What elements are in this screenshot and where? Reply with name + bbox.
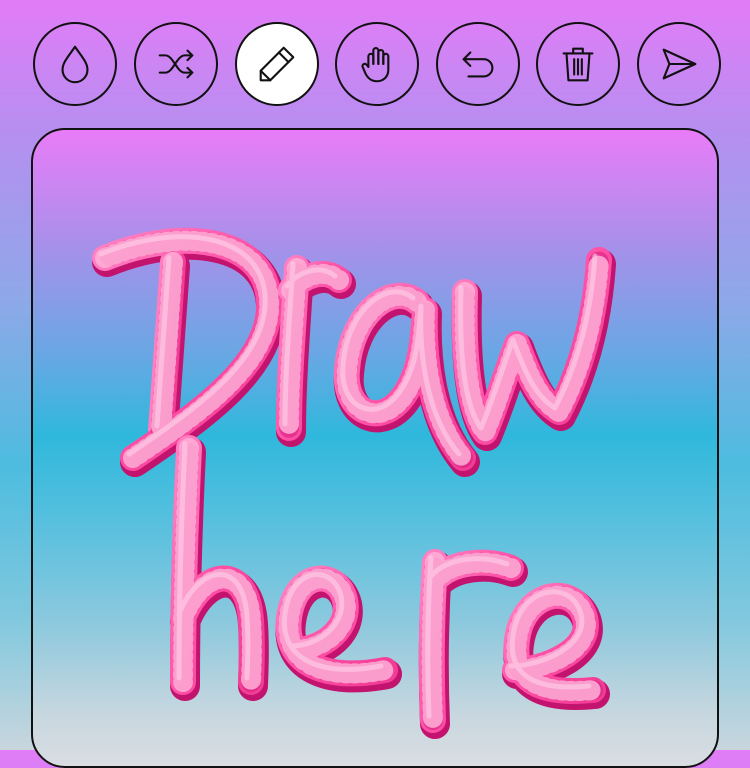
pencil-icon <box>259 46 295 82</box>
hand-button[interactable] <box>335 22 419 106</box>
trash-icon <box>562 47 594 82</box>
color-button[interactable] <box>33 22 117 106</box>
trash-button[interactable] <box>536 22 620 106</box>
undo-button[interactable] <box>436 22 520 106</box>
pencil-button[interactable] <box>235 22 319 106</box>
send-button[interactable] <box>637 22 721 106</box>
drawn-text-draw-here <box>33 130 719 768</box>
undo-icon <box>462 51 494 78</box>
toolbar <box>33 22 723 108</box>
droplet-icon <box>61 45 89 84</box>
hand-icon <box>361 47 390 83</box>
drawing-canvas[interactable] <box>31 128 719 768</box>
send-icon <box>662 48 697 80</box>
shuffle-button[interactable] <box>134 22 218 106</box>
shuffle-icon <box>158 49 194 79</box>
